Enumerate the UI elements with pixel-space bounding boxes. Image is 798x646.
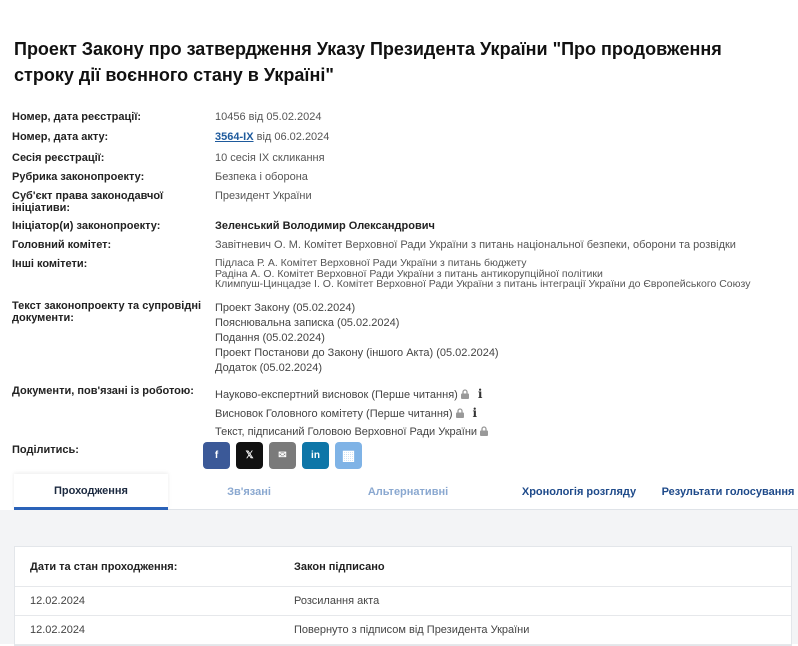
work-doc-item: Науково-експертний висновок (Перше читан… <box>215 385 795 404</box>
field-label: Головний комітет: <box>12 239 112 251</box>
field-value: Президент України <box>215 190 312 202</box>
tab-bar: Проходження Зв'язані Альтернативні Хроно… <box>14 474 798 510</box>
row-date: 12.02.2024 <box>30 624 86 636</box>
lock-icon <box>460 389 469 399</box>
qr-share-button[interactable]: ▦ <box>335 442 362 469</box>
info-icon[interactable]: i <box>478 385 483 403</box>
row-status: Повернуто з підписом від Президента Укра… <box>294 624 530 636</box>
linkedin-share-button[interactable]: in <box>302 442 329 469</box>
work-document-link[interactable]: Науково-експертний висновок (Перше читан… <box>215 389 458 401</box>
act-number-link[interactable]: 3564-IX <box>215 131 254 143</box>
work-doc-item: Висновок Головного комітету (Перше читан… <box>215 404 795 423</box>
facebook-icon: f <box>214 450 219 461</box>
x-icon: 𝕏 <box>245 450 254 461</box>
field-label: Суб'єкт права законодавчої ініціативи: <box>12 190 164 214</box>
x-share-button[interactable]: 𝕏 <box>236 442 263 469</box>
committee-item: Підласа Р. А. Комітет Верховної Ради Укр… <box>215 257 527 269</box>
field-label: Документи, пов'язані із роботою: <box>12 385 194 397</box>
field-label: Інші комітети: <box>12 258 88 270</box>
info-icon[interactable]: i <box>473 404 478 422</box>
field-value: 3564-IX від 06.02.2024 <box>215 131 795 143</box>
tab-related[interactable]: Зв'язані <box>186 474 312 510</box>
lock-icon <box>480 426 489 436</box>
document-link[interactable]: Проект Постанови до Закону (іншого Акта)… <box>215 346 795 361</box>
field-value: Зеленський Володимир Олександрович <box>215 220 435 232</box>
email-share-button[interactable]: ✉ <box>269 442 296 469</box>
field-label: Сесія реєстрації: <box>12 152 105 164</box>
facebook-share-button[interactable]: f <box>203 442 230 469</box>
email-icon: ✉ <box>278 450 287 461</box>
column-header: Закон підписано <box>294 560 385 573</box>
document-link[interactable]: Подання (05.02.2024) <box>215 331 795 346</box>
lock-icon <box>455 408 464 418</box>
tab-alternative[interactable]: Альтернативні <box>344 474 472 510</box>
field-label: Номер, дата акту: <box>12 131 109 143</box>
page-title: Проект Закону про затвердження Указу Пре… <box>14 39 722 85</box>
field-value: 10456 від 05.02.2024 <box>215 111 322 123</box>
document-link[interactable]: Пояснювальна записка (05.02.2024) <box>215 316 795 331</box>
tab-chronology[interactable]: Хронологія розгляду <box>504 474 654 510</box>
work-doc-item: Текст, підписаний Головою Верховної Ради… <box>215 423 795 441</box>
field-label: Рубрика законопроекту: <box>12 171 145 183</box>
field-label: Поділитись: <box>12 444 79 456</box>
tab-passage[interactable]: Проходження <box>14 474 168 510</box>
document-link[interactable]: Проект Закону (05.02.2024) <box>215 301 795 316</box>
passage-table: Дати та стан проходження: Закон підписан… <box>14 546 792 646</box>
linkedin-icon: in <box>311 450 320 461</box>
field-value: 10 сесія IX скликання <box>215 152 325 164</box>
act-date: від 06.02.2024 <box>256 131 330 143</box>
work-document-link[interactable]: Висновок Головного комітету (Перше читан… <box>215 408 453 420</box>
field-value: Науково-експертний висновок (Перше читан… <box>215 385 795 441</box>
committee-item: Климпуш-Цинцадзе І. О. Комітет Верховної… <box>215 278 751 290</box>
table-header: Дати та стан проходження: Закон підписан… <box>15 547 791 587</box>
work-document-link[interactable]: Текст, підписаний Головою Верховної Ради… <box>215 426 477 438</box>
field-value: Безпека і оборона <box>215 171 308 183</box>
table-row: 12.02.2024 Розсилання акта <box>15 587 791 616</box>
field-label: Ініціатор(и) законопроекту: <box>12 220 161 232</box>
row-date: 12.02.2024 <box>30 595 86 607</box>
field-value: Підласа Р. А. Комітет Верховної Ради Укр… <box>215 258 795 290</box>
field-label: Номер, дата реєстрації: <box>12 111 142 123</box>
table-row: 12.02.2024 Повернуто з підписом від През… <box>15 616 791 645</box>
share-buttons: f 𝕏 ✉ in ▦ <box>203 442 362 469</box>
document-link[interactable]: Додаток (05.02.2024) <box>215 361 795 376</box>
column-header: Дати та стан проходження: <box>30 560 178 573</box>
field-label: Текст законопроекту та супровідні докуме… <box>12 300 202 324</box>
qr-code-icon: ▦ <box>341 447 356 463</box>
tab-panel: Дати та стан проходження: Закон підписан… <box>0 510 798 646</box>
row-status: Розсилання акта <box>294 595 380 607</box>
field-value: Проект Закону (05.02.2024) Пояснювальна … <box>215 301 795 376</box>
tab-voting-results[interactable]: Результати голосування <box>658 474 798 510</box>
field-value: Завітневич О. М. Комітет Верховної Ради … <box>215 239 736 251</box>
